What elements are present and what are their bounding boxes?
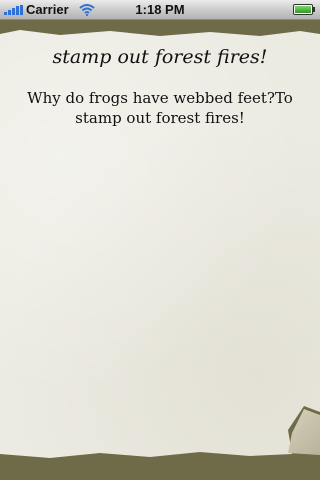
joke-text: Why do frogs have webbed feet?To stamp o… [27,89,293,127]
battery-icon [293,4,316,15]
status-bar: Carrier 1:18 PM [0,0,320,20]
joke-title: stamp out forest fires! [52,46,268,68]
clock-time: 1:18 PM [135,2,185,17]
